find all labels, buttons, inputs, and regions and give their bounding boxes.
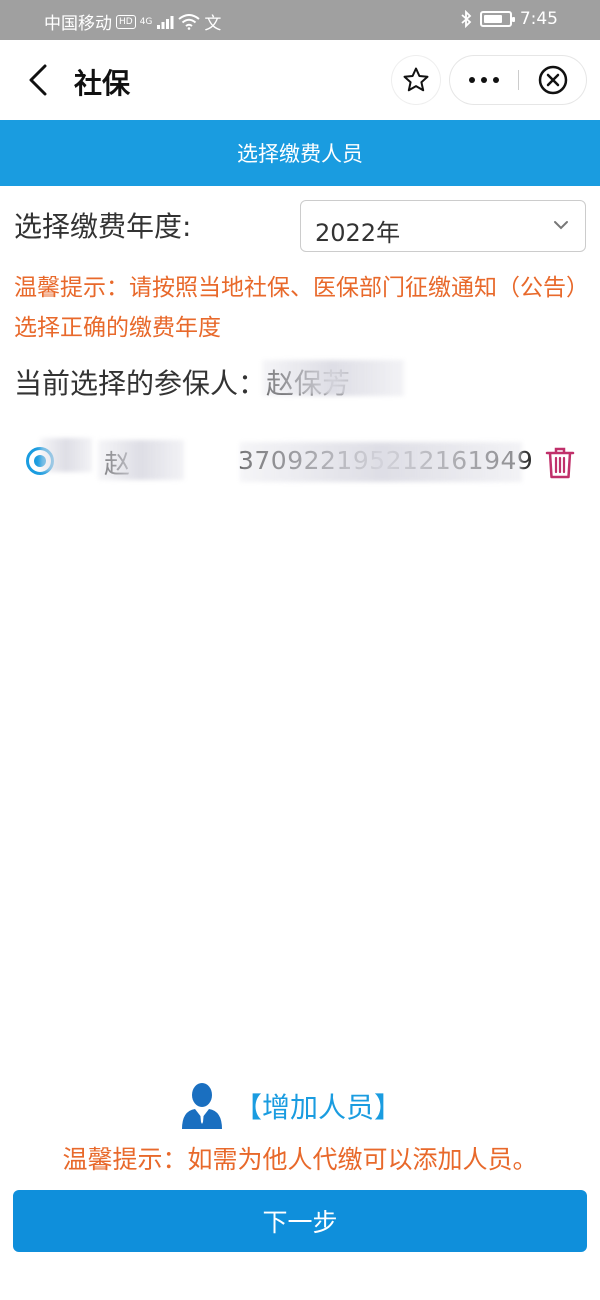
battery-icon: [479, 11, 515, 27]
signal-icon: [157, 15, 174, 29]
hd-badge: HD: [116, 14, 136, 29]
nav-bar: 社保: [0, 40, 600, 120]
privacy-mask: [40, 438, 92, 472]
status-bar: 中国移动 HD 4G 文 7:45: [0, 0, 600, 40]
add-person-button[interactable]: 【增加人员】: [180, 1082, 402, 1130]
bluetooth-icon: [461, 10, 472, 28]
tip-year-notice: 温馨提示：请按照当地社保、医保部门征缴通知（公告）选择正确的缴费年度: [14, 275, 589, 341]
more-button[interactable]: [450, 56, 518, 104]
privacy-mask: [240, 442, 522, 482]
back-button[interactable]: [20, 62, 56, 98]
chevron-left-icon: [29, 64, 47, 96]
privacy-mask: [262, 360, 404, 396]
star-icon: [403, 67, 429, 92]
wifi-icon: [178, 13, 201, 30]
status-right: 7:45: [460, 9, 558, 29]
year-label: 选择缴费年度:: [14, 210, 192, 243]
next-step-button[interactable]: 下一步: [13, 1190, 587, 1252]
section-header-title: 选择缴费人员: [237, 142, 363, 166]
chevron-down-icon: [554, 221, 568, 230]
year-select-value: 2022年: [315, 219, 401, 247]
section-header: 选择缴费人员: [0, 120, 600, 186]
close-circle-icon: [538, 65, 567, 95]
trash-icon: [545, 447, 575, 479]
input-method-indicator: 文: [204, 14, 222, 34]
add-person-label: 【增加人员】: [234, 1091, 403, 1124]
favorite-button[interactable]: [392, 56, 440, 104]
clock: 7:45: [519, 9, 558, 29]
year-select[interactable]: 2022年: [300, 200, 586, 252]
page-title: 社保: [74, 67, 131, 100]
network-type: 4G: [139, 16, 153, 27]
status-left: 中国移动 HD 4G 文: [44, 9, 221, 34]
close-button[interactable]: [519, 56, 586, 104]
battery-level: [483, 15, 502, 23]
privacy-mask: [98, 440, 184, 480]
person-icon: [182, 1083, 222, 1129]
mini-program-capsule: [450, 56, 586, 104]
tip-add-person: 温馨提示：如需为他人代缴可以添加人员。: [62, 1145, 538, 1174]
delete-member-button[interactable]: [544, 446, 576, 480]
more-dots-icon: [469, 77, 499, 83]
carrier-name: 中国移动: [44, 14, 112, 34]
